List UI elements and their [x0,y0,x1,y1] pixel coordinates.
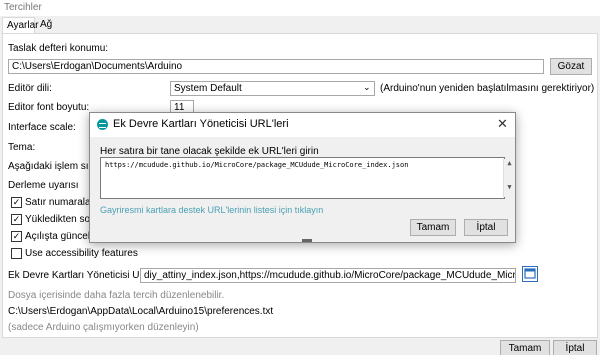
more-prefs-note: Dosya içerisinde daha fazla tercih düzen… [8,290,225,301]
editor-language-label: Editör dili: [8,83,52,94]
tab-settings[interactable]: Ayarlar [2,17,39,33]
edit-urls-button[interactable] [522,266,538,282]
dialog-cancel-button[interactable]: İptal [464,219,508,236]
dialog-title: Ek Devre Kartları Yöneticisi URL'leri [113,118,289,130]
scroll-up-icon[interactable]: ▲ [504,159,515,167]
window-edit-icon [524,268,536,279]
resize-grip[interactable] [302,239,312,242]
dialog-titlebar: Ek Devre Kartları Yöneticisi URL'leri ✕ [90,113,515,137]
dialog-ok-button[interactable]: Tamam [410,219,456,236]
scroll-down-icon[interactable]: ▼ [504,183,515,191]
line-numbers-checkbox[interactable]: ✓ [11,197,22,208]
interface-scale-label: Interface scale: [8,122,76,133]
check-updates-checkbox[interactable]: ✓ [11,231,22,242]
compiler-warnings-label: Derleme uyarısı [8,180,79,191]
editor-language-note: (Arduino'nun yeniden başlatılmasını gere… [380,83,595,94]
edit-warning-note: (sadece Arduino çalışmıyorken düzenleyin… [8,322,199,333]
urls-textarea-value: https://mcudude.github.io/MicroCore/pack… [105,161,409,169]
theme-label: Tema: [8,142,36,153]
boards-url-dialog: Ek Devre Kartları Yöneticisi URL'leri ✕ … [89,112,516,243]
sketchbook-path-input[interactable]: C:\Users\Erdogan\Documents\Arduino [8,59,544,74]
cancel-button[interactable]: İptal [553,340,597,355]
unofficial-boards-link[interactable]: Gayriresmi kartlara destek URL'lerinin l… [100,205,323,215]
prefs-file-path[interactable]: C:\Users\Erdogan\AppData\Local\Arduino15… [8,306,273,317]
tab-network[interactable]: Ağ [36,17,56,33]
verify-upload-checkbox[interactable]: ✓ [11,214,22,225]
font-size-label: Editor font boyutu: [8,102,90,113]
dialog-instruction: Her satıra bir tane olacak şekilde ek UR… [100,146,319,157]
ok-button[interactable]: Tamam [500,340,550,355]
accessibility-checkbox[interactable] [11,248,22,259]
textarea-scrollbar[interactable]: ▲ ▼ [503,159,515,197]
editor-language-value: System Default [174,83,242,94]
sketchbook-label: Taslak defteri konumu: [8,43,109,54]
window-title: Tercihler [4,2,42,13]
browse-button[interactable]: Gözat [550,58,592,75]
window-titlebar: Tercihler [0,0,600,16]
boards-url-input[interactable]: diy_attiny_index.json,https://mcudude.gi… [140,268,516,283]
chevron-down-icon: ⌄ [363,82,371,92]
urls-textarea[interactable]: https://mcudude.github.io/MicroCore/pack… [100,157,515,199]
accessibility-label: Use accessibility features [25,248,138,259]
editor-language-select[interactable]: System Default ⌄ [170,81,375,96]
close-icon[interactable]: ✕ [497,116,508,132]
arduino-logo-icon [97,119,108,130]
